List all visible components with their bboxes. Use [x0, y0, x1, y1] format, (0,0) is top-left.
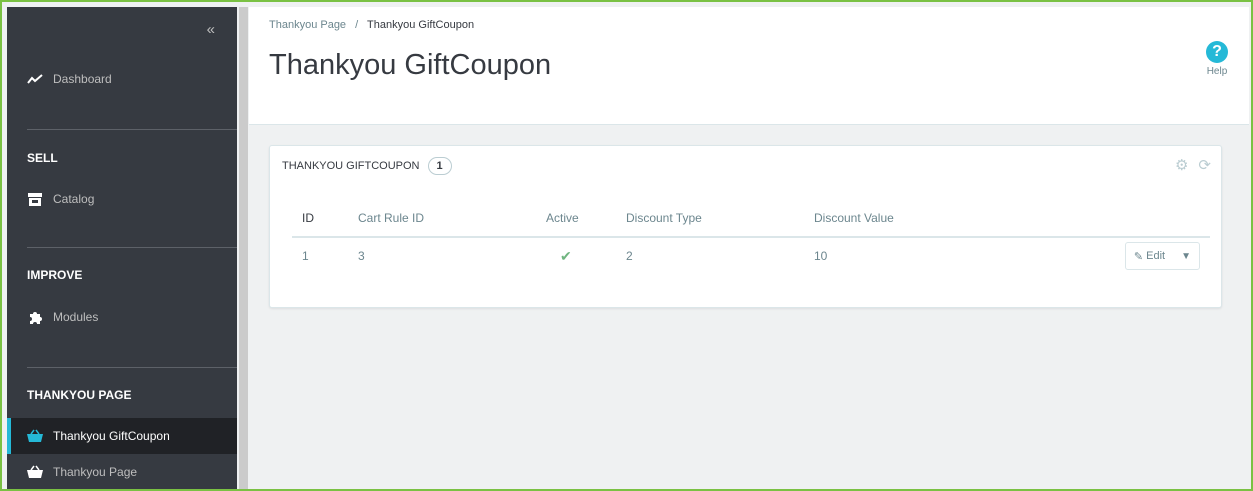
- giftcoupon-table: ID Cart Rule ID Active Discount Type Dis…: [292, 200, 1210, 274]
- sidebar-item-label: Thankyou Page: [53, 465, 138, 479]
- breadcrumb-current: Thankyou GiftCoupon: [367, 19, 475, 31]
- sidebar-item-thankyou-page[interactable]: Thankyou Page: [7, 454, 237, 489]
- column-header-active[interactable]: Active: [536, 200, 616, 238]
- breadcrumb: Thankyou Page / Thankyou GiftCoupon: [269, 19, 474, 31]
- cell-discount-value: 10: [804, 237, 1090, 274]
- cell-discount-type: 2: [616, 237, 804, 274]
- count-badge: 1: [427, 157, 452, 175]
- column-header-id[interactable]: ID: [292, 200, 348, 238]
- window-frame: « Dashboard SELL Catalog IMPROVE Modules…: [0, 0, 1253, 491]
- basket-icon: [27, 428, 43, 444]
- giftcoupon-panel: THANKYOU GIFTCOUPON 1 ⚙ ⟳ ID Cart Rule I…: [269, 145, 1222, 308]
- column-header-discount-type[interactable]: Discount Type: [616, 200, 804, 238]
- cell-actions: ✎ Edit ▼: [1090, 237, 1210, 274]
- help-icon: ?: [1206, 41, 1228, 63]
- puzzle-icon: [27, 309, 43, 325]
- sidebar-item-modules[interactable]: Modules: [7, 299, 237, 335]
- divider: [27, 247, 237, 248]
- sidebar-item-dashboard[interactable]: Dashboard: [7, 61, 237, 97]
- check-icon[interactable]: ✔: [560, 248, 572, 264]
- divider: [27, 129, 237, 130]
- sidebar-item-label: Dashboard: [53, 72, 112, 86]
- help-label: Help: [1206, 66, 1228, 77]
- sidebar-scrollbar[interactable]: [239, 7, 248, 489]
- page-header: Thankyou Page / Thankyou GiftCoupon Than…: [249, 7, 1249, 125]
- table-row[interactable]: 1 3 ✔ 2 10 ✎ Edit ▼: [292, 237, 1210, 274]
- sidebar-item-catalog[interactable]: Catalog: [7, 181, 237, 217]
- cell-id: 1: [292, 237, 348, 274]
- section-heading-thankyou-page: THANKYOU PAGE: [27, 388, 132, 402]
- help-button[interactable]: ? Help: [1195, 41, 1239, 77]
- section-heading-sell: SELL: [27, 151, 58, 165]
- cell-cart-rule-id: 3: [348, 237, 536, 274]
- edit-button[interactable]: ✎ Edit: [1126, 250, 1173, 263]
- panel-heading: THANKYOU GIFTCOUPON 1: [282, 157, 452, 175]
- collapse-sidebar-icon[interactable]: «: [207, 21, 215, 38]
- panel-title: THANKYOU GIFTCOUPON: [282, 160, 420, 172]
- column-header-discount-value[interactable]: Discount Value: [804, 200, 1090, 238]
- edit-label: Edit: [1146, 250, 1166, 262]
- breadcrumb-parent-link[interactable]: Thankyou Page: [269, 19, 346, 31]
- table-header-row: ID Cart Rule ID Active Discount Type Dis…: [292, 200, 1210, 238]
- sidebar: « Dashboard SELL Catalog IMPROVE Modules…: [7, 7, 237, 489]
- trend-chart-icon: [27, 71, 43, 87]
- panel-tools: ⚙ ⟳: [1175, 156, 1211, 174]
- cell-active: ✔: [536, 237, 616, 274]
- breadcrumb-separator: /: [355, 19, 359, 31]
- column-header-actions: [1090, 200, 1210, 238]
- divider: [27, 367, 237, 368]
- section-heading-improve: IMPROVE: [27, 268, 83, 282]
- settings-icon[interactable]: ⚙: [1175, 156, 1188, 174]
- basket-icon: [27, 464, 43, 480]
- dropdown-caret-icon[interactable]: ▼: [1173, 251, 1199, 262]
- sidebar-item-label: Catalog: [53, 192, 95, 206]
- sidebar-item-label: Modules: [53, 310, 99, 324]
- sidebar-item-label: Thankyou GiftCoupon: [53, 429, 170, 443]
- sidebar-item-thankyou-giftcoupon[interactable]: Thankyou GiftCoupon: [7, 418, 237, 454]
- store-icon: [27, 191, 43, 207]
- page-title: Thankyou GiftCoupon: [269, 49, 552, 81]
- column-header-cart-rule-id[interactable]: Cart Rule ID: [348, 200, 536, 238]
- pencil-icon: ✎: [1133, 250, 1144, 263]
- refresh-icon[interactable]: ⟳: [1198, 156, 1211, 174]
- edit-button-group: ✎ Edit ▼: [1124, 242, 1200, 270]
